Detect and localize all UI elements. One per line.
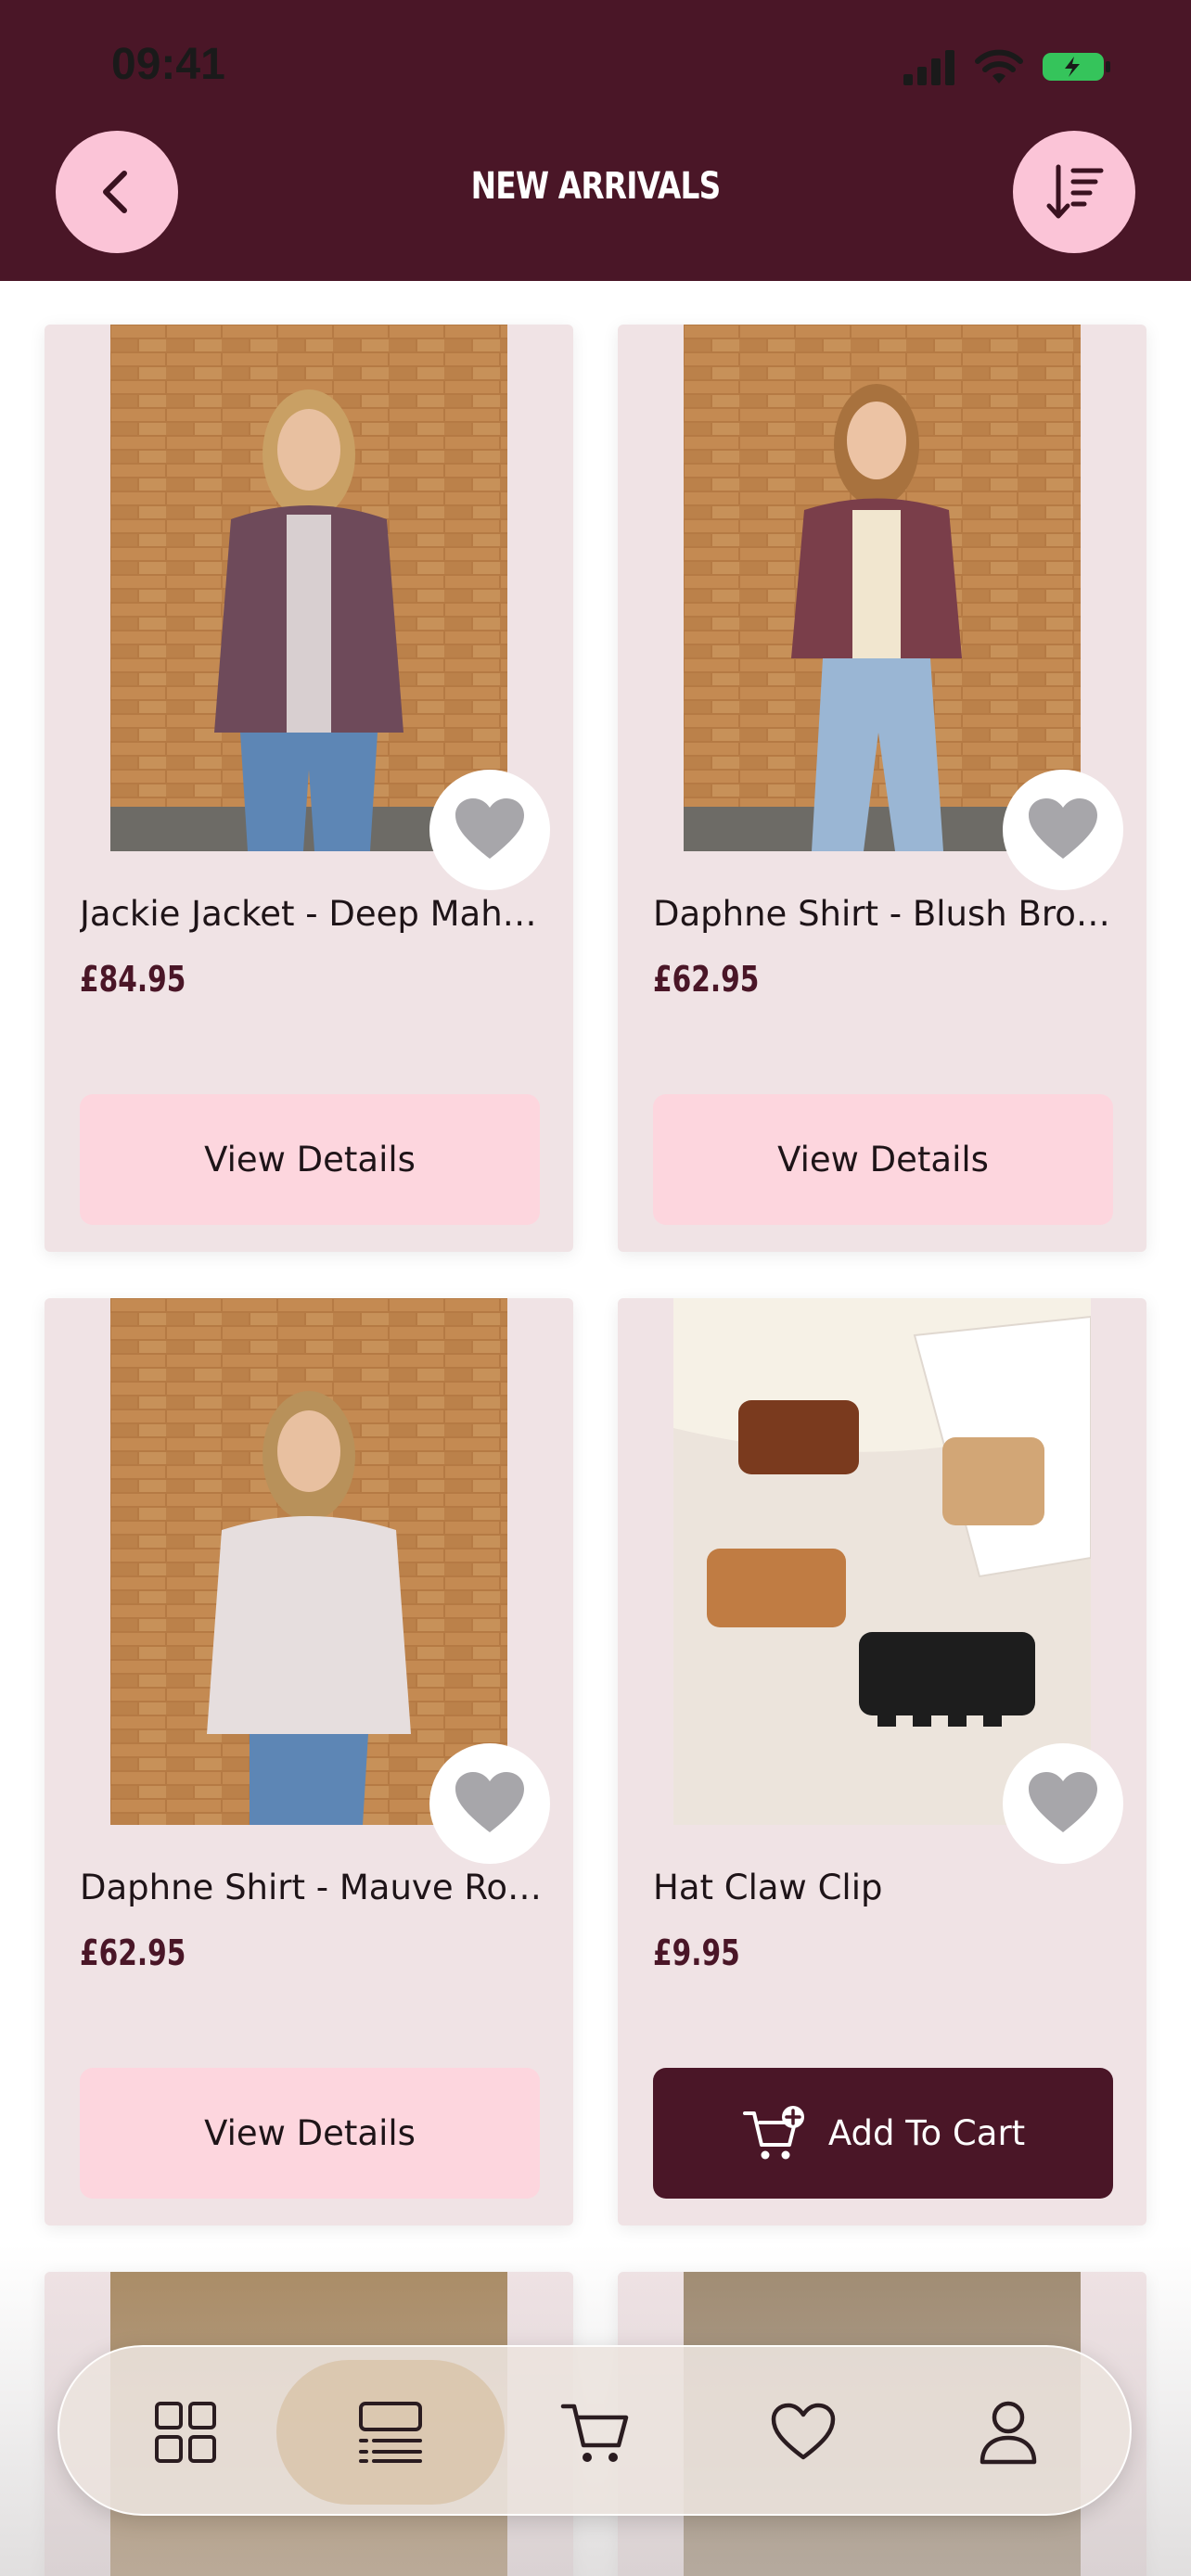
status-icons [902,46,1113,87]
sort-icon [1046,164,1104,219]
bottom-tab-bar [58,2345,1132,2516]
heart-icon [455,1772,524,1832]
tab-products[interactable] [344,2386,437,2479]
heart-icon [1029,798,1097,859]
heart-icon [455,798,524,859]
favorite-button[interactable] [1003,1743,1123,1864]
favorite-button[interactable] [429,1743,550,1864]
product-photo [110,1298,507,1825]
product-price: £62.95 [653,959,760,1000]
product-image[interactable] [684,325,1081,851]
product-image[interactable] [110,1298,507,1825]
cart-icon [560,2404,629,2462]
product-name[interactable]: Daphne Shirt - Mauve Ros… [80,1868,544,1907]
heart-icon [1029,1772,1097,1832]
view-details-button[interactable]: View Details [653,1094,1113,1225]
product-photo [684,325,1081,851]
page-title: NEW ARRIVALS [470,165,722,208]
wifi-icon [975,49,1023,83]
product-card[interactable]: Hat Claw Clip £9.95 Add To Cart [618,1298,1146,2225]
product-card[interactable]: Jackie Jacket - Deep Mah… £84.95 View De… [45,325,573,1252]
profile-icon [980,2401,1037,2465]
product-name[interactable]: Daphne Shirt - Blush Brown [653,894,1117,934]
list-icon [359,2402,422,2463]
product-photo [110,325,507,851]
view-details-button[interactable]: View Details [80,2068,540,2199]
tab-profile[interactable] [962,2386,1055,2479]
favorite-button[interactable] [1003,770,1123,890]
tab-wishlist[interactable] [757,2386,850,2479]
new-arrivals-screen: 09:41 NEW ARRIVALS Jackie Jacket - Deep … [0,0,1191,2576]
product-name[interactable]: Hat Claw Clip [653,1868,1117,1907]
grid-icon [155,2402,216,2463]
signal-icon [903,50,954,85]
sort-button[interactable] [1013,131,1135,253]
app-header: 09:41 NEW ARRIVALS [0,0,1191,281]
add-to-cart-label: Add To Cart [827,2113,1026,2153]
product-image[interactable] [110,325,507,851]
product-image[interactable] [673,1298,1091,1825]
add-to-cart-button[interactable]: Add To Cart [653,2068,1113,2199]
cart-add-icon [742,2105,804,2159]
product-card[interactable]: Daphne Shirt - Blush Brown £62.95 View D… [618,325,1146,1252]
product-card[interactable]: Daphne Shirt - Mauve Ros… £62.95 View De… [45,1298,573,2225]
view-details-button[interactable]: View Details [80,1094,540,1225]
product-price: £84.95 [80,959,186,1000]
product-price: £9.95 [653,1932,740,1973]
tab-categories[interactable] [139,2386,232,2479]
tab-cart[interactable] [550,2386,643,2479]
favorite-button[interactable] [429,770,550,890]
heart-icon [771,2403,836,2460]
product-name[interactable]: Jackie Jacket - Deep Mah… [80,894,544,934]
battery-icon [1043,53,1110,81]
status-time: 09:41 [111,40,225,89]
product-price: £62.95 [80,1932,186,1973]
product-photo [673,1298,1091,1825]
